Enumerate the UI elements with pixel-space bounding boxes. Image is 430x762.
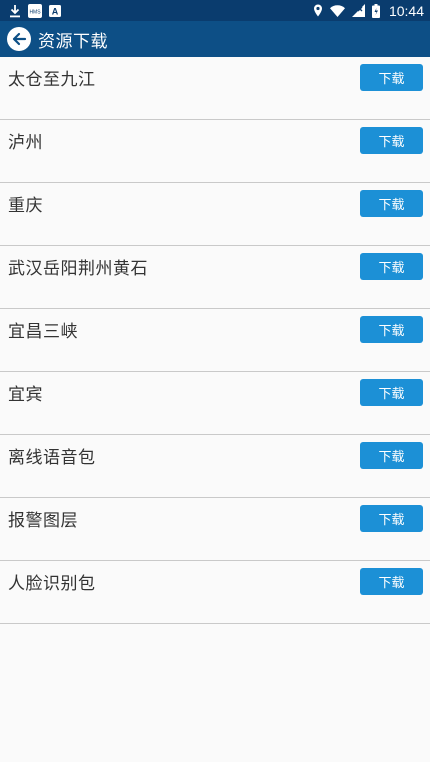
svg-text:A: A <box>52 6 59 16</box>
download-button[interactable]: 下载 <box>360 253 423 280</box>
location-icon <box>313 4 323 17</box>
system-icons: 10:44 <box>313 3 424 19</box>
resource-name: 武汉岳阳荆州黄石 <box>8 259 148 279</box>
resource-list: 太仓至九江 下载 泸州 下载 重庆 下载 武汉岳阳荆州黄石 下载 宜昌三峡 下载… <box>0 57 430 624</box>
signal-icon <box>351 4 365 17</box>
download-icon <box>9 4 21 18</box>
resource-name: 宜宾 <box>8 385 43 405</box>
back-button[interactable] <box>7 27 31 51</box>
hms-notification-icon: HMS <box>28 3 42 18</box>
download-button[interactable]: 下载 <box>360 64 423 91</box>
list-item: 宜宾 下载 <box>0 372 430 435</box>
resource-name: 报警图层 <box>8 511 78 531</box>
download-button[interactable]: 下载 <box>360 442 423 469</box>
app-bar: 资源下载 <box>0 21 430 57</box>
back-arrow-icon <box>12 32 27 46</box>
resource-name: 太仓至九江 <box>8 70 96 90</box>
a-notification-icon: A <box>49 4 61 17</box>
list-item: 宜昌三峡 下载 <box>0 309 430 372</box>
list-item: 重庆 下载 <box>0 183 430 246</box>
list-item: 离线语音包 下载 <box>0 435 430 498</box>
list-item: 报警图层 下载 <box>0 498 430 561</box>
clock: 10:44 <box>388 2 424 19</box>
resource-name: 重庆 <box>8 196 43 216</box>
list-item: 人脸识别包 下载 <box>0 561 430 624</box>
resource-name: 泸州 <box>8 133 43 153</box>
battery-icon <box>371 3 380 18</box>
resource-name: 宜昌三峡 <box>8 322 78 342</box>
download-button[interactable]: 下载 <box>360 505 423 532</box>
page-title: 资源下载 <box>38 31 108 52</box>
download-button[interactable]: 下载 <box>360 316 423 343</box>
wifi-icon <box>329 4 345 17</box>
resource-name: 人脸识别包 <box>8 574 96 594</box>
download-button[interactable]: 下载 <box>360 379 423 406</box>
resource-name: 离线语音包 <box>8 448 96 468</box>
svg-text:HMS: HMS <box>29 9 41 15</box>
download-button[interactable]: 下载 <box>360 568 423 595</box>
list-item: 武汉岳阳荆州黄石 下载 <box>0 246 430 309</box>
download-button[interactable]: 下载 <box>360 190 423 217</box>
download-button[interactable]: 下载 <box>360 127 423 154</box>
list-item: 太仓至九江 下载 <box>0 57 430 120</box>
status-bar: HMS A 10:44 <box>0 0 430 21</box>
notification-icons: HMS A <box>9 3 61 18</box>
list-item: 泸州 下载 <box>0 120 430 183</box>
